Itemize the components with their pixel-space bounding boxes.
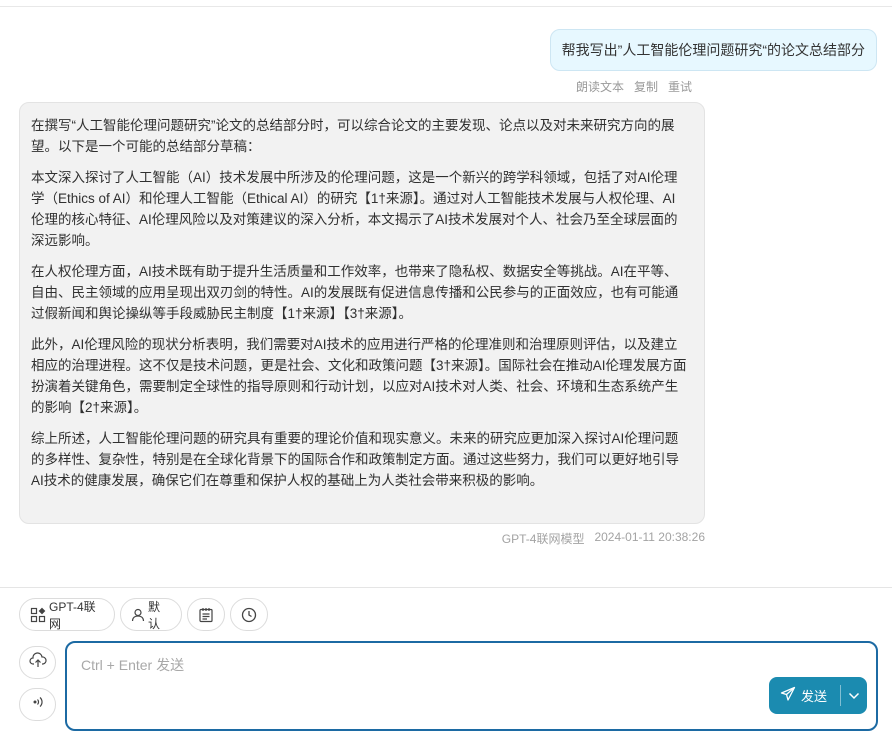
assistant-message-bubble: 在撰写“人工智能伦理问题研究”论文的总结部分时，可以综合论文的主要发现、论点以及… <box>19 102 705 524</box>
history-button[interactable] <box>230 598 268 631</box>
mask-chip-label: 默认 <box>148 599 161 631</box>
chevron-down-icon <box>848 688 860 703</box>
message-input[interactable] <box>81 655 761 685</box>
model-chip-label: GPT-4联网 <box>49 599 96 631</box>
voice-button[interactable] <box>19 688 56 721</box>
copy-button[interactable]: 复制 <box>634 78 658 95</box>
sound-wave-icon <box>31 695 45 714</box>
send-options-button[interactable] <box>841 677 867 714</box>
upload-button[interactable] <box>19 646 56 679</box>
assistant-paragraph: 在撰写“人工智能伦理问题研究”论文的总结部分时，可以综合论文的主要发现、论点以及… <box>31 118 675 154</box>
assistant-message-meta: GPT-4联网模型 2024-01-11 20:38:26 <box>502 530 705 547</box>
assistant-paragraph: 在人权伦理方面，AI技术既有助于提升生活质量和工作效率，也带来了隐私权、数据安全… <box>31 264 679 321</box>
prompt-clipboard-button[interactable] <box>187 598 225 631</box>
user-message-text: 帮我写出”人工智能伦理问题研究“的论文总结部分 <box>561 42 865 58</box>
clipboard-icon <box>198 607 214 623</box>
cloud-upload-icon <box>28 652 47 673</box>
top-divider <box>0 6 892 7</box>
model-select-chip[interactable]: GPT-4联网 <box>19 598 115 631</box>
retry-button[interactable]: 重试 <box>668 78 692 95</box>
mask-select-chip[interactable]: 默认 <box>120 598 182 631</box>
clock-icon <box>241 607 257 623</box>
send-label: 发送 <box>801 689 828 704</box>
model-label: GPT-4联网模型 <box>501 532 585 546</box>
grid-plus-icon <box>30 607 46 623</box>
user-icon <box>131 608 145 622</box>
send-icon <box>780 686 796 705</box>
user-message-bubble: 帮我写出”人工智能伦理问题研究“的论文总结部分 <box>549 29 877 71</box>
message-timestamp: 2024-01-11 20:38:26 <box>594 530 705 544</box>
assistant-paragraph: 本文深入探讨了人工智能（AI）技术发展中所涉及的伦理问题，这是一个新兴的跨学科领… <box>31 170 678 248</box>
send-button[interactable]: 发送 <box>769 677 840 714</box>
composer-divider <box>0 587 892 588</box>
user-message-actions: 朗读文本 复制 重试 <box>576 78 692 95</box>
send-button-group: 发送 <box>769 677 867 714</box>
composer-box <box>65 641 878 731</box>
assistant-paragraph: 此外，AI伦理风险的现状分析表明，我们需要对AI技术的应用进行严格的伦理准则和治… <box>31 337 687 415</box>
read-aloud-button[interactable]: 朗读文本 <box>576 78 624 95</box>
assistant-paragraph: 综上所述，人工智能伦理问题的研究具有重要的理论价值和现实意义。未来的研究应更加深… <box>31 431 679 488</box>
